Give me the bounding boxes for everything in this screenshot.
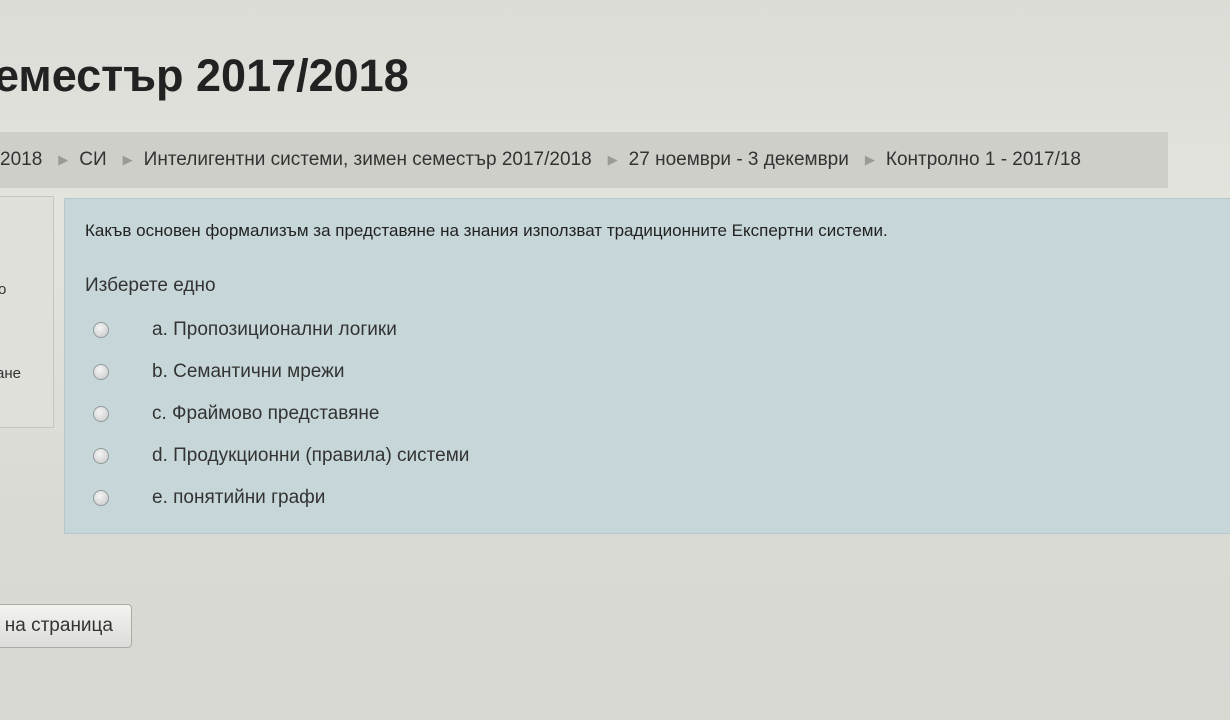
answer-option-b[interactable]: b. Семантични мрежи	[93, 351, 469, 393]
breadcrumb-item-si[interactable]: СИ	[79, 149, 106, 171]
breadcrumb-separator-icon: ▶	[607, 152, 618, 167]
breadcrumb-item-quiz: Контролно 1 - 2017/18	[885, 149, 1081, 170]
radio-button-c[interactable]	[93, 406, 109, 422]
breadcrumb: 2018 ▶ СИ ▶ Интелигентни системи, зимен …	[0, 132, 1168, 188]
answer-label-e[interactable]: e. понятийни графи	[152, 487, 325, 509]
answer-prompt: Изберете едно	[85, 275, 216, 296]
quiz-info-fragment: ане	[0, 365, 21, 382]
question-panel: Какъв основен формализъм за представяне …	[64, 198, 1230, 534]
quiz-info-fragment: о	[0, 281, 7, 298]
radio-button-a[interactable]	[93, 322, 109, 338]
radio-button-b[interactable]	[93, 364, 109, 380]
breadcrumb-separator-icon: ▶	[58, 152, 69, 167]
breadcrumb-item-week[interactable]: 27 ноември - 3 декември	[629, 149, 849, 171]
answer-list: a. Пропозиционални логики b. Семантични …	[93, 309, 469, 519]
answer-label-a[interactable]: a. Пропозиционални логики	[152, 319, 397, 341]
answer-label-b[interactable]: b. Семантични мрежи	[152, 361, 344, 383]
quiz-info-block: о ане	[0, 196, 54, 428]
breadcrumb-item-year[interactable]: 2018	[0, 149, 42, 171]
radio-button-d[interactable]	[93, 448, 109, 464]
breadcrumb-separator-icon: ▶	[122, 152, 133, 167]
answer-option-e[interactable]: e. понятийни графи	[93, 477, 469, 519]
answer-option-a[interactable]: a. Пропозиционални логики	[93, 309, 469, 351]
page-title: еместър 2017/2018	[0, 50, 409, 101]
answer-option-c[interactable]: c. Фраймово представяне	[93, 393, 469, 435]
question-text: Какъв основен формализъм за представяне …	[85, 221, 888, 240]
page-nav-button[interactable]: на страница	[0, 604, 132, 648]
breadcrumb-item-course[interactable]: Интелигентни системи, зимен семестър 201…	[144, 149, 592, 171]
answer-label-d[interactable]: d. Продукционни (правила) системи	[152, 445, 469, 467]
answer-option-d[interactable]: d. Продукционни (правила) системи	[93, 435, 469, 477]
breadcrumb-separator-icon: ▶	[864, 152, 875, 167]
radio-button-e[interactable]	[93, 490, 109, 506]
answer-label-c[interactable]: c. Фраймово представяне	[152, 403, 379, 425]
